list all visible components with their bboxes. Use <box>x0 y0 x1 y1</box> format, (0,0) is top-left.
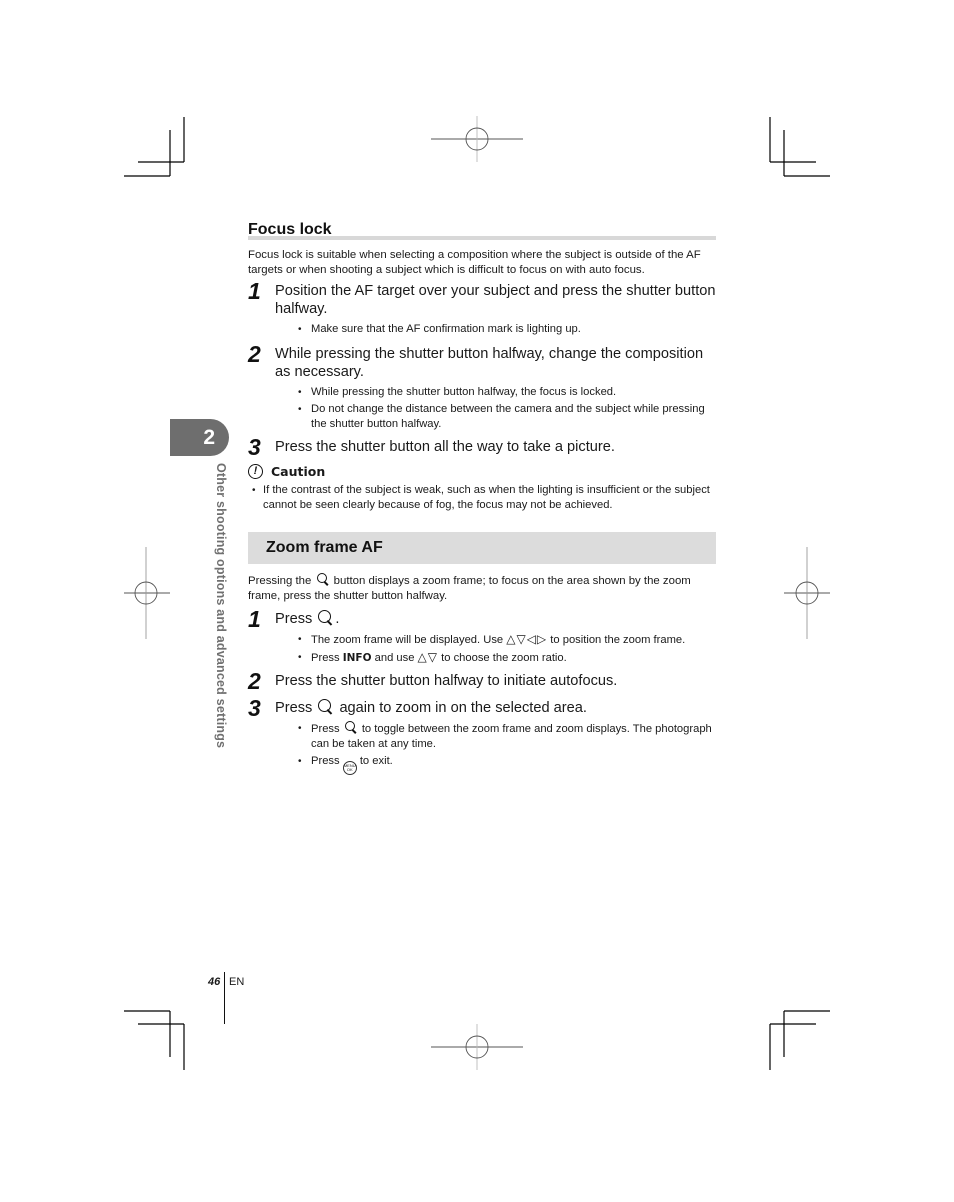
chapter-side-label: Other shooting options and advanced sett… <box>214 463 228 749</box>
crop-mark-top-left <box>124 117 185 177</box>
magnify-icon <box>344 721 357 734</box>
step-number: 3 <box>248 695 261 721</box>
section-heading-focus-lock: Focus lock <box>248 220 716 240</box>
caution-label: Caution <box>271 464 326 479</box>
focus-lock-step-3: 3 Press the shutter button all the way t… <box>248 434 716 460</box>
zoom-step-3: 3 Press again to zoom in on the selected… <box>248 695 716 775</box>
step-text-part: Press <box>275 700 313 716</box>
crop-mark-top-right <box>769 117 830 177</box>
registration-mark-bottom <box>431 1024 523 1070</box>
magnify-icon <box>316 573 329 586</box>
step-text-part: Press <box>275 611 313 627</box>
note-text: The zoom frame will be displayed. Use <box>311 634 504 646</box>
step-text: Press the shutter button halfway to init… <box>275 673 618 689</box>
chapter-number: 2 <box>203 425 215 449</box>
list-item: Press to toggle between the zoom frame a… <box>298 721 716 752</box>
note-text: to position the zoom frame. <box>550 634 686 646</box>
focus-lock-step-2: 2 While pressing the shutter button half… <box>248 341 716 432</box>
registration-mark-right <box>784 547 830 639</box>
step-number: 1 <box>248 606 261 632</box>
registration-mark-top <box>431 116 523 162</box>
chapter-tab: 2 <box>170 419 229 456</box>
intro-text: button displays a zoom frame; to focus o… <box>248 575 691 602</box>
note-text: Press <box>311 755 340 767</box>
page-language: EN <box>229 976 245 988</box>
list-item: If the contrast of the subject is weak, … <box>252 483 716 513</box>
list-item: Press MENU OK to exit. <box>298 754 716 775</box>
step-number: 2 <box>248 341 261 367</box>
caution-icon: ! <box>248 464 263 479</box>
step-text: Position the AF target over your subject… <box>275 283 716 317</box>
registration-mark-left <box>124 547 170 639</box>
step-notes: The zoom frame will be displayed. Use △▽… <box>275 632 716 666</box>
focus-lock-intro: Focus lock is suitable when selecting a … <box>248 249 701 276</box>
step-text: Press . <box>275 610 716 628</box>
caution-list: If the contrast of the subject is weak, … <box>248 483 716 513</box>
step-text-part: . <box>335 611 340 627</box>
page-content: Focus lock Focus lock is suitable when s… <box>248 220 716 777</box>
step-text: Press the shutter button all the way to … <box>275 439 615 455</box>
focus-lock-step-1: 1 Position the AF target over your subje… <box>248 278 716 337</box>
up-down-arrows-icon: △▽ <box>417 650 439 664</box>
step-notes: Press to toggle between the zoom frame a… <box>275 721 716 775</box>
crop-mark-bottom-left <box>124 1010 185 1070</box>
info-key-label: INFO <box>342 652 372 664</box>
step-text-part: again to zoom in on the selected area. <box>339 700 587 716</box>
step-number: 3 <box>248 434 261 460</box>
page-number: 46 <box>208 976 221 988</box>
note-text: Press <box>311 652 340 664</box>
list-item: Make sure that the AF confirmation mark … <box>298 322 716 337</box>
step-text: Press again to zoom in on the selected a… <box>275 699 716 717</box>
note-text: to exit. <box>359 755 393 767</box>
step-notes: While pressing the shutter button halfwa… <box>275 385 716 432</box>
section-heading-zoom-frame-af: Zoom frame AF <box>248 532 716 564</box>
page-number-divider <box>224 972 225 1024</box>
note-text: Press <box>311 723 340 735</box>
magnify-icon <box>318 699 333 715</box>
section-title: Zoom frame AF <box>266 539 383 556</box>
intro-text: Pressing the <box>248 575 312 587</box>
step-text: While pressing the shutter button halfwa… <box>275 346 704 380</box>
step-number: 1 <box>248 278 261 304</box>
crop-mark-bottom-right <box>769 1010 830 1070</box>
caution-heading: ! Caution <box>248 464 716 479</box>
zoom-step-2: 2 Press the shutter button halfway to in… <box>248 668 716 694</box>
step-number: 2 <box>248 668 261 694</box>
magnify-icon <box>318 610 333 626</box>
list-item: The zoom frame will be displayed. Use △▽… <box>298 632 716 648</box>
zoom-frame-intro: Pressing the button displays a zoom fram… <box>248 573 716 604</box>
note-text: to toggle between the zoom frame and zoo… <box>311 723 712 750</box>
step-notes: Make sure that the AF confirmation mark … <box>275 322 716 337</box>
zoom-step-1: 1 Press . The zoom frame will be display… <box>248 606 716 666</box>
list-item: While pressing the shutter button halfwa… <box>298 385 716 400</box>
menu-ok-button-icon: MENU OK <box>342 761 357 775</box>
arrow-keys-icon: △▽◁▷ <box>506 632 548 646</box>
note-text: to choose the zoom ratio. <box>441 652 567 664</box>
list-item: Press INFO and use △▽ to choose the zoom… <box>298 650 716 666</box>
note-text: and use <box>374 652 415 664</box>
list-item: Do not change the distance between the c… <box>298 402 716 432</box>
